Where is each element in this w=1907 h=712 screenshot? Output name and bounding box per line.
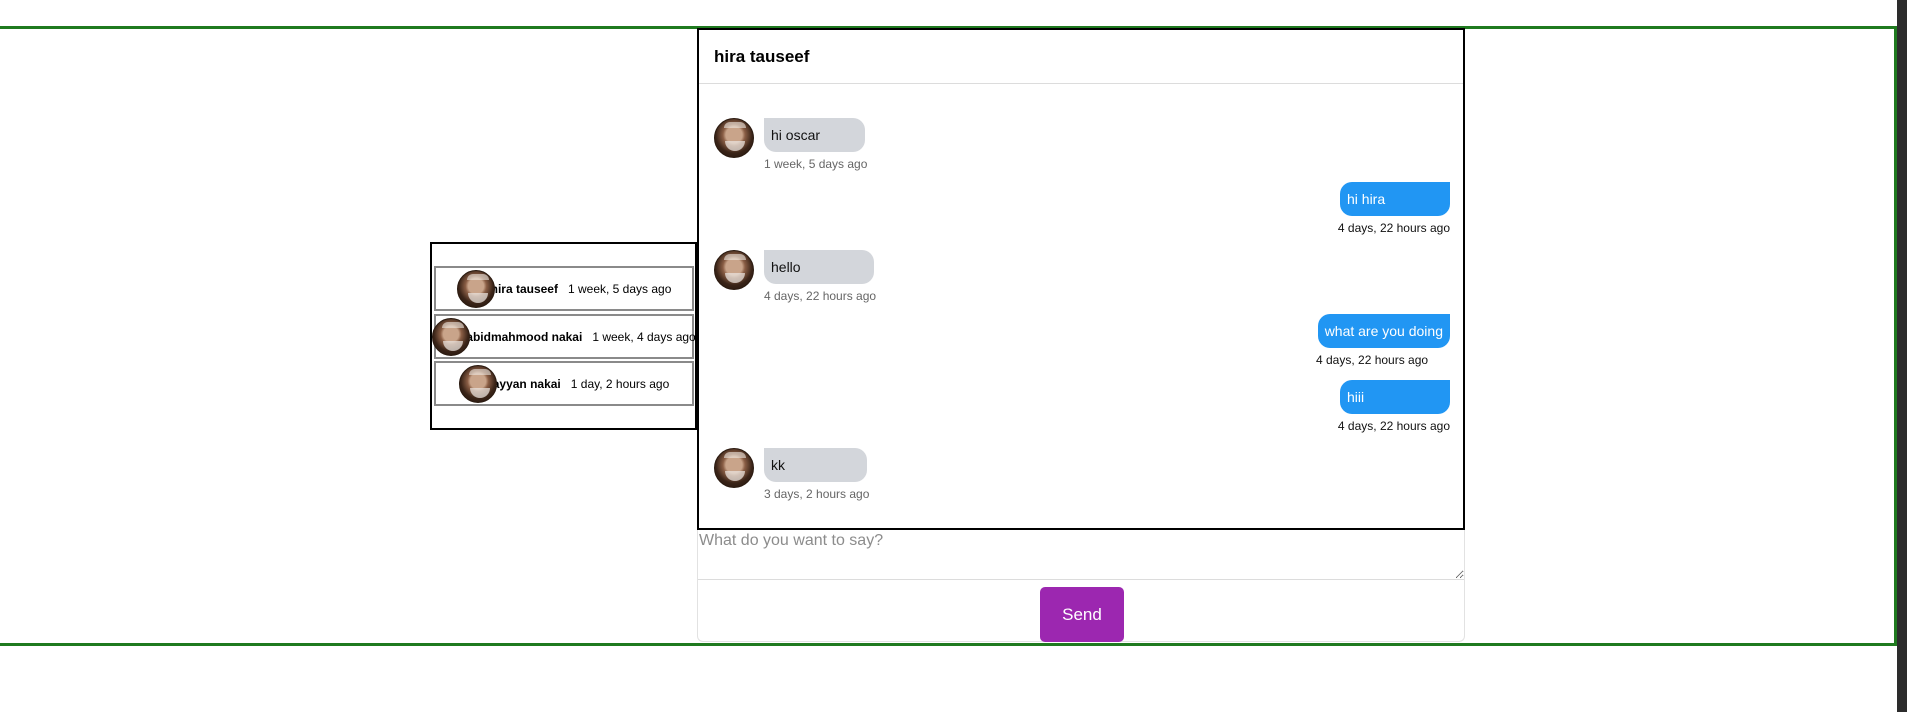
- chat-panel: hira tauseef hi oscar 1 week, 5 days ago…: [697, 28, 1465, 530]
- contact-time: 1 week, 4 days ago: [592, 329, 696, 344]
- message-incoming: hi oscar 1 week, 5 days ago: [714, 118, 914, 178]
- message-bubble: hello: [764, 250, 874, 284]
- contact-time: 1 week, 5 days ago: [567, 281, 672, 296]
- message-outgoing: hiii 4 days, 22 hours ago: [1150, 380, 1450, 440]
- message-bubble: what are you doing: [1317, 314, 1450, 348]
- avatar: [714, 118, 754, 158]
- avatar: [432, 317, 471, 356]
- contact-list: hira tauseef 1 week, 5 days ago abidmahm…: [430, 242, 697, 430]
- send-button[interactable]: Send: [1040, 587, 1124, 642]
- message-time: 3 days, 2 hours ago: [764, 487, 870, 501]
- message-time: 4 days, 22 hours ago: [1337, 419, 1450, 433]
- contact-name: ayyan nakai: [492, 376, 561, 391]
- avatar: [456, 269, 495, 308]
- message-bubble: hi oscar: [764, 118, 865, 152]
- message-outgoing: hi hira 4 days, 22 hours ago: [1150, 182, 1450, 242]
- contact-name: abidmahmood nakai: [466, 329, 583, 344]
- chat-title: hira tauseef: [699, 30, 1463, 84]
- message-incoming: hello 4 days, 22 hours ago: [714, 250, 914, 310]
- compose-area: Send: [697, 530, 1465, 642]
- avatar: [458, 364, 497, 403]
- message-time: 4 days, 22 hours ago: [1337, 221, 1450, 235]
- page: hira tauseef 1 week, 5 days ago abidmahm…: [0, 0, 1907, 712]
- message-bubble: hiii: [1340, 380, 1450, 414]
- contact-item[interactable]: ayyan nakai 1 day, 2 hours ago: [434, 361, 694, 406]
- message-outgoing: what are you doing 4 days, 22 hours ago: [1150, 314, 1450, 374]
- message-input[interactable]: [698, 530, 1464, 580]
- message-time: 4 days, 22 hours ago: [764, 289, 877, 303]
- message-time: 4 days, 22 hours ago: [1316, 353, 1429, 367]
- avatar: [714, 448, 754, 488]
- contact-item[interactable]: abidmahmood nakai 1 week, 4 days ago: [432, 314, 696, 359]
- contact-time: 1 day, 2 hours ago: [570, 376, 670, 391]
- page-scrollbar[interactable]: [1897, 0, 1907, 712]
- contact-item[interactable]: hira tauseef 1 week, 5 days ago: [434, 266, 694, 311]
- avatar: [714, 250, 754, 290]
- message-bubble: kk: [764, 448, 867, 482]
- message-time: 1 week, 5 days ago: [764, 157, 868, 171]
- message-incoming: kk 3 days, 2 hours ago: [714, 448, 914, 508]
- contact-name: hira tauseef: [490, 281, 558, 296]
- message-bubble: hi hira: [1340, 182, 1450, 216]
